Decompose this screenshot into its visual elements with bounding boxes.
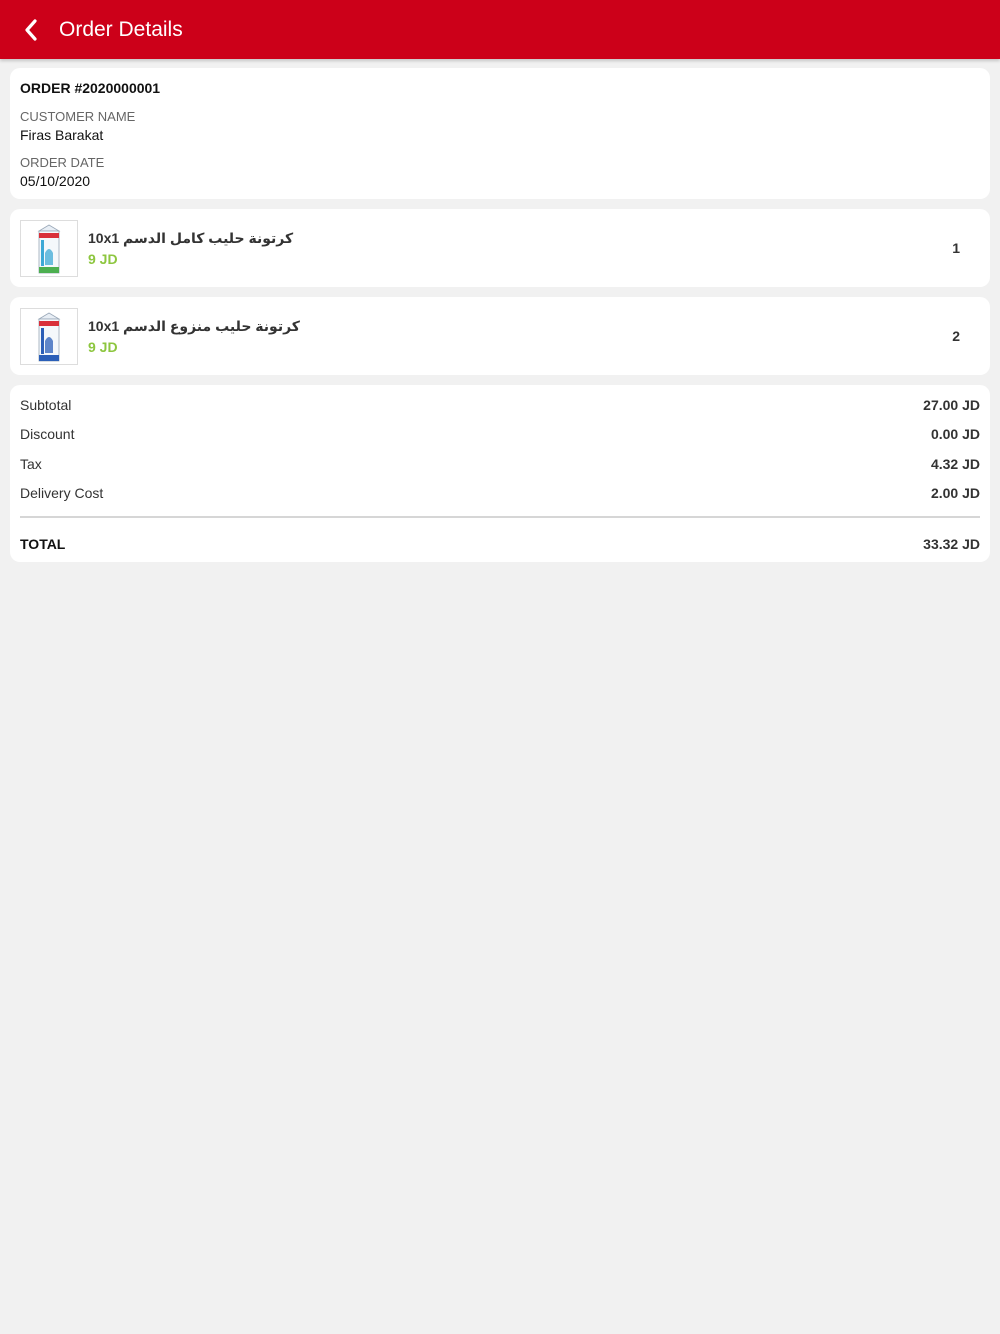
subtotal-label: Subtotal bbox=[20, 397, 72, 413]
total-value: 33.32 JD bbox=[923, 536, 980, 552]
subtotal-value: 27.00 JD bbox=[923, 397, 980, 413]
item-quantity: 1 bbox=[952, 240, 960, 256]
discount-value: 0.00 JD bbox=[930, 426, 980, 442]
total-label: TOTAL bbox=[20, 536, 66, 552]
chevron-left-icon bbox=[25, 19, 37, 41]
item-name: كرتونة حليب منزوع الدسم 10x1 bbox=[88, 318, 300, 334]
product-thumbnail bbox=[20, 220, 78, 277]
divider bbox=[20, 516, 980, 518]
order-summary-card: Subtotal 27.00 JD Discount 0.00 JD Tax 4… bbox=[10, 385, 990, 562]
tax-label: Tax bbox=[20, 456, 42, 472]
customer-name-label: CUSTOMER NAME bbox=[20, 109, 136, 124]
tax-value: 4.32 JD bbox=[930, 456, 980, 472]
item-price: 9 JD bbox=[88, 339, 118, 355]
order-date: 05/10/2020 bbox=[20, 173, 91, 189]
app-bar: Order Details bbox=[0, 0, 1000, 59]
order-date-label: ORDER DATE bbox=[20, 155, 105, 170]
item-name: كرتونة حليب كامل الدسم 10x1 bbox=[88, 230, 294, 246]
back-button[interactable] bbox=[14, 12, 48, 48]
order-number: ORDER #2020000001 bbox=[20, 80, 161, 96]
item-quantity: 2 bbox=[952, 328, 960, 344]
discount-label: Discount bbox=[20, 426, 75, 442]
product-thumbnail bbox=[20, 308, 78, 365]
order-item[interactable]: كرتونة حليب كامل الدسم 10x1 9 JD 1 bbox=[10, 209, 990, 287]
customer-name: Firas Barakat bbox=[20, 127, 104, 143]
milk-carton-icon bbox=[37, 312, 61, 361]
delivery-cost-value: 2.00 JD bbox=[930, 485, 980, 501]
order-info-card: ORDER #2020000001 CUSTOMER NAME Firas Ba… bbox=[10, 68, 990, 199]
order-item[interactable]: كرتونة حليب منزوع الدسم 10x1 9 JD 2 bbox=[10, 297, 990, 375]
delivery-cost-label: Delivery Cost bbox=[20, 485, 104, 501]
page-title: Order Details bbox=[59, 18, 183, 41]
item-price: 9 JD bbox=[88, 251, 118, 267]
milk-carton-icon bbox=[37, 224, 61, 273]
